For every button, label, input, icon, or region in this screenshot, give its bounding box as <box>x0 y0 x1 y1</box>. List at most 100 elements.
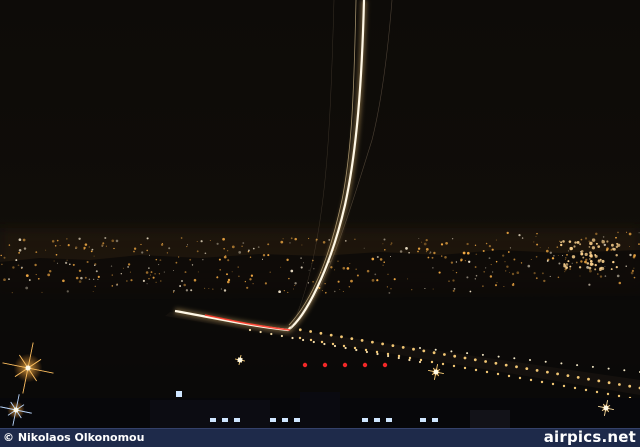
city-light <box>589 254 593 258</box>
city-light <box>638 232 640 234</box>
runway-centre-light <box>434 348 437 351</box>
city-light <box>35 274 37 276</box>
city-light <box>80 276 83 280</box>
city-light <box>354 238 356 241</box>
city-light <box>294 285 296 287</box>
city-light <box>349 263 351 265</box>
city-light <box>505 270 507 272</box>
city-light <box>451 238 454 240</box>
city-light <box>485 267 487 269</box>
city-light <box>18 252 20 254</box>
city-light <box>390 256 392 258</box>
city-light <box>196 241 198 243</box>
taxiway-light <box>397 354 401 358</box>
runway-centre-light <box>576 364 579 367</box>
runway-centre-light <box>544 360 547 363</box>
city-light <box>290 237 293 240</box>
city-light <box>603 243 606 247</box>
city-light <box>127 266 129 268</box>
city-light <box>48 269 52 273</box>
city-light <box>287 291 289 293</box>
city-light <box>450 261 454 264</box>
city-light <box>66 259 68 261</box>
city-light <box>337 260 339 262</box>
taxiway-light <box>342 344 346 348</box>
red-stop-light <box>302 362 308 368</box>
city-light <box>55 253 58 256</box>
city-light <box>145 271 149 274</box>
city-light <box>21 267 23 270</box>
city-light <box>126 280 128 282</box>
site-watermark[interactable]: airpics.net <box>544 428 636 447</box>
city-light <box>557 276 560 279</box>
city-light <box>527 264 531 268</box>
city-light <box>290 269 294 273</box>
city-light <box>611 243 614 247</box>
city-light <box>220 288 222 290</box>
city-light <box>218 258 221 261</box>
taxiway-light <box>485 370 489 374</box>
city-light <box>605 249 609 252</box>
city-light <box>269 271 271 273</box>
city-light <box>506 265 509 268</box>
city-light <box>219 269 221 271</box>
city-light <box>94 285 96 287</box>
taxiway-light <box>452 364 456 368</box>
city-light <box>475 253 478 256</box>
city-light <box>148 267 150 269</box>
city-light <box>562 255 563 257</box>
city-light <box>303 262 304 264</box>
city-light <box>602 236 605 238</box>
city-light <box>553 255 555 257</box>
city-light <box>597 245 601 248</box>
taxiway-light <box>463 366 467 370</box>
city-light <box>616 274 620 278</box>
city-light <box>440 255 443 257</box>
city-light <box>615 245 619 249</box>
city-light <box>294 237 297 241</box>
city-light <box>429 251 432 254</box>
city-light <box>322 241 326 244</box>
city-light <box>494 284 498 287</box>
city-light <box>183 283 186 287</box>
runway-centre-light <box>560 362 563 365</box>
city-light <box>339 289 341 290</box>
city-light <box>425 250 428 253</box>
city-light <box>350 279 353 283</box>
city-light <box>53 260 55 262</box>
city-light <box>556 246 559 248</box>
city-light <box>594 263 597 267</box>
city-light <box>488 257 491 260</box>
city-light <box>423 242 427 246</box>
city-light <box>546 260 549 262</box>
runway-edge-light <box>597 379 601 383</box>
approach-light <box>397 356 400 360</box>
city-light <box>155 281 157 283</box>
city-light <box>417 250 419 253</box>
city-light <box>133 250 135 253</box>
approach-light <box>280 334 283 338</box>
city-light <box>557 254 559 256</box>
city-light <box>508 272 510 273</box>
city-light <box>321 290 323 292</box>
city-light <box>190 289 193 292</box>
city-light <box>432 288 434 290</box>
city-light <box>571 262 573 264</box>
runway-edge-light <box>391 344 395 347</box>
city-light <box>580 249 584 253</box>
city-light <box>342 266 346 270</box>
city-light <box>626 231 628 233</box>
city-light <box>56 239 59 242</box>
runway-edge-light <box>360 339 364 342</box>
city-light <box>105 245 107 247</box>
city-light <box>122 267 124 269</box>
city-light <box>249 256 252 258</box>
city-light <box>589 251 592 254</box>
approach-light <box>312 340 315 344</box>
city-light <box>513 258 516 261</box>
city-light <box>560 241 562 244</box>
city-light <box>186 244 189 246</box>
city-light <box>565 257 567 259</box>
city-light <box>91 248 94 251</box>
city-light <box>468 260 471 263</box>
